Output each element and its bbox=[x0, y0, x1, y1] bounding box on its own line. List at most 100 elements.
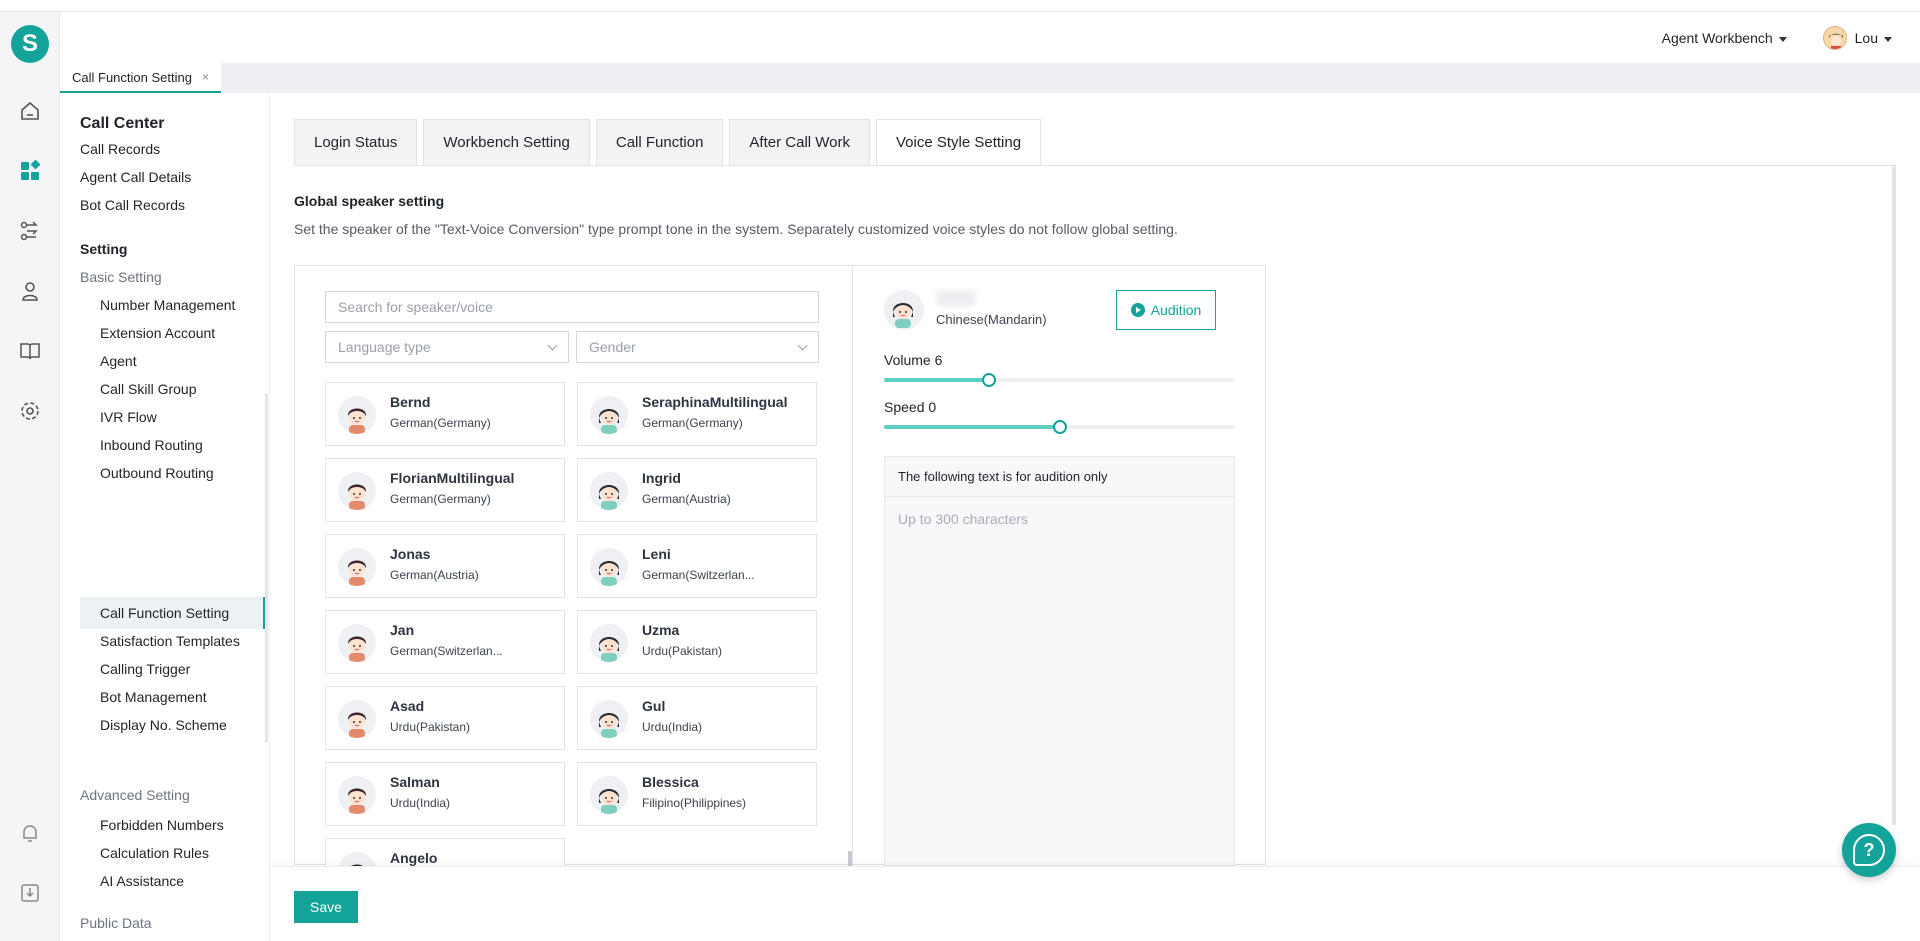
page-tab-call-function-setting[interactable]: Call Function Setting × bbox=[60, 63, 221, 93]
speaker-language: Urdu(Pakistan) bbox=[390, 720, 471, 734]
tab-call-function[interactable]: Call Function bbox=[595, 119, 724, 165]
user-menu[interactable]: Lou bbox=[1855, 30, 1892, 46]
user-avatar[interactable] bbox=[1822, 26, 1847, 50]
close-icon[interactable]: × bbox=[202, 70, 209, 84]
speaker-card[interactable]: Gul Urdu(India) bbox=[577, 686, 817, 750]
sidebar-item-bot-call-records[interactable]: Bot Call Records bbox=[80, 197, 185, 213]
selected-speaker-column: Chinese(Mandarin) Audition Volume 6 Spee… bbox=[854, 266, 1266, 866]
speaker-list-column: Search for speaker/voice Language type G… bbox=[295, 266, 853, 866]
speaker-name: Jan bbox=[390, 622, 415, 638]
bell-icon[interactable] bbox=[17, 820, 43, 846]
volume-slider[interactable] bbox=[884, 373, 1235, 387]
icon-rail: S bbox=[0, 12, 60, 941]
save-button[interactable]: Save bbox=[294, 891, 358, 923]
speaker-card[interactable]: Salman Urdu(India) bbox=[325, 762, 565, 826]
help-chat-button[interactable]: ? bbox=[1842, 823, 1896, 877]
routing-icon[interactable] bbox=[17, 218, 43, 244]
sidebar-item-ai-assistance[interactable]: AI Assistance bbox=[100, 873, 184, 889]
speaker-card[interactable]: Jonas German(Austria) bbox=[325, 534, 565, 598]
sidebar-item-forbidden-numbers[interactable]: Forbidden Numbers bbox=[100, 817, 224, 833]
app-logo[interactable]: S bbox=[11, 25, 49, 63]
sidebar-item-ivr-flow[interactable]: IVR Flow bbox=[100, 409, 157, 425]
sidebar-item-display-no-scheme[interactable]: Display No. Scheme bbox=[100, 717, 227, 733]
tabs-divider bbox=[294, 165, 1892, 166]
sidebar-item-number-management[interactable]: Number Management bbox=[100, 297, 235, 313]
language-type-select[interactable]: Language type bbox=[325, 331, 569, 363]
sidebar-subgroup-public-data[interactable]: Public Data bbox=[80, 915, 152, 931]
speaker-card[interactable]: Uzma Urdu(Pakistan) bbox=[577, 610, 817, 674]
speaker-avatar bbox=[590, 624, 628, 662]
audition-text-placeholder: Up to 300 characters bbox=[898, 511, 1028, 527]
sidebar-subgroup-advanced[interactable]: Advanced Setting bbox=[80, 787, 190, 803]
audition-text-area[interactable]: The following text is for audition only … bbox=[884, 456, 1235, 866]
settings-gear-icon[interactable] bbox=[17, 398, 43, 424]
sidebar-item-satisfaction-templates[interactable]: Satisfaction Templates bbox=[100, 633, 240, 649]
content-scrollbar[interactable] bbox=[1892, 165, 1896, 825]
audition-button[interactable]: Audition bbox=[1116, 290, 1216, 330]
sidebar-item-call-records[interactable]: Call Records bbox=[80, 141, 160, 157]
speaker-card[interactable]: FlorianMultilingual German(Germany) bbox=[325, 458, 565, 522]
speaker-language: German(Switzerlan... bbox=[390, 644, 503, 658]
workbench-dropdown[interactable]: Agent Workbench bbox=[1662, 30, 1787, 46]
volume-slider-handle[interactable] bbox=[982, 373, 997, 387]
sidebar-item-call-skill-group[interactable]: Call Skill Group bbox=[100, 381, 196, 397]
speaker-avatar bbox=[338, 472, 376, 510]
tab-workbench-setting[interactable]: Workbench Setting bbox=[423, 119, 590, 165]
speaker-language: German(Germany) bbox=[642, 416, 743, 430]
speed-slider[interactable] bbox=[884, 420, 1235, 434]
sidebar-item-bot-management[interactable]: Bot Management bbox=[100, 689, 207, 705]
speaker-card[interactable]: Jan German(Switzerlan... bbox=[325, 610, 565, 674]
sidebar-item-call-function-setting[interactable]: Call Function Setting bbox=[100, 605, 229, 621]
workbench-label: Agent Workbench bbox=[1661, 30, 1773, 46]
sidebar-subgroup-basic[interactable]: Basic Setting bbox=[80, 269, 162, 285]
tab-voice-style-setting[interactable]: Voice Style Setting bbox=[876, 119, 1042, 165]
speaker-avatar bbox=[338, 700, 376, 738]
speaker-language: Urdu(India) bbox=[390, 796, 451, 810]
speaker-name: Gul bbox=[642, 698, 666, 714]
sidebar-item-agent-call-details[interactable]: Agent Call Details bbox=[80, 169, 191, 185]
sidebar-item-agent[interactable]: Agent bbox=[100, 353, 137, 369]
speaker-card[interactable]: Asad Urdu(Pakistan) bbox=[325, 686, 565, 750]
speaker-panel: Search for speaker/voice Language type G… bbox=[294, 265, 1266, 866]
speaker-language: German(Austria) bbox=[390, 568, 479, 582]
speaker-language: German(Germany) bbox=[390, 492, 491, 506]
sidebar-item-calculation-rules[interactable]: Calculation Rules bbox=[100, 845, 209, 861]
book-icon[interactable] bbox=[17, 338, 43, 364]
settings-tabs: Login Status Workbench Setting Call Func… bbox=[294, 119, 1042, 165]
speed-slider-handle[interactable] bbox=[1052, 420, 1067, 434]
gender-select[interactable]: Gender bbox=[576, 331, 819, 363]
caret-down-icon bbox=[1884, 36, 1892, 42]
speaker-avatar bbox=[338, 776, 376, 814]
speaker-language: Urdu(Pakistan) bbox=[642, 644, 723, 658]
speaker-card[interactable]: Blessica Filipino(Philippines) bbox=[577, 762, 817, 826]
speaker-card[interactable]: Leni German(Switzerlan... bbox=[577, 534, 817, 598]
speaker-card[interactable]: Angelo bbox=[325, 838, 565, 866]
tab-login-status[interactable]: Login Status bbox=[294, 119, 418, 165]
sidebar-item-extension-account[interactable]: Extension Account bbox=[100, 325, 215, 341]
dashboard-icon[interactable] bbox=[17, 158, 43, 184]
page-tab-label: Call Function Setting bbox=[72, 69, 192, 85]
speaker-list-scrollbar[interactable] bbox=[848, 851, 852, 866]
speaker-name: Asad bbox=[390, 698, 425, 714]
header-right: Agent Workbench Lou bbox=[1662, 26, 1892, 50]
sidebar-scrollbar[interactable] bbox=[265, 393, 268, 743]
speaker-name: Blessica bbox=[642, 774, 699, 790]
speaker-avatar bbox=[590, 700, 628, 738]
agent-icon[interactable] bbox=[17, 278, 43, 304]
home-icon[interactable] bbox=[17, 98, 43, 124]
speaker-language: Urdu(India) bbox=[642, 720, 703, 734]
chevron-down-icon bbox=[797, 340, 808, 350]
user-name: Lou bbox=[1854, 30, 1878, 46]
speaker-card[interactable]: Bernd German(Germany) bbox=[325, 382, 565, 446]
download-icon[interactable] bbox=[17, 880, 43, 906]
speaker-card[interactable]: SeraphinaMultilingual German(Germany) bbox=[577, 382, 817, 446]
speaker-name: Salman bbox=[390, 774, 440, 790]
sidebar-item-outbound-routing[interactable]: Outbound Routing bbox=[100, 465, 214, 481]
sidebar-item-calling-trigger[interactable]: Calling Trigger bbox=[100, 661, 190, 677]
main-content: Login Status Workbench Setting Call Func… bbox=[270, 93, 1920, 941]
section-title: Global speaker setting bbox=[294, 193, 445, 209]
speaker-search-input[interactable]: Search for speaker/voice bbox=[325, 291, 819, 323]
sidebar-item-inbound-routing[interactable]: Inbound Routing bbox=[100, 437, 203, 453]
speaker-card[interactable]: Ingrid German(Austria) bbox=[577, 458, 817, 522]
tab-after-call-work[interactable]: After Call Work bbox=[729, 119, 870, 165]
